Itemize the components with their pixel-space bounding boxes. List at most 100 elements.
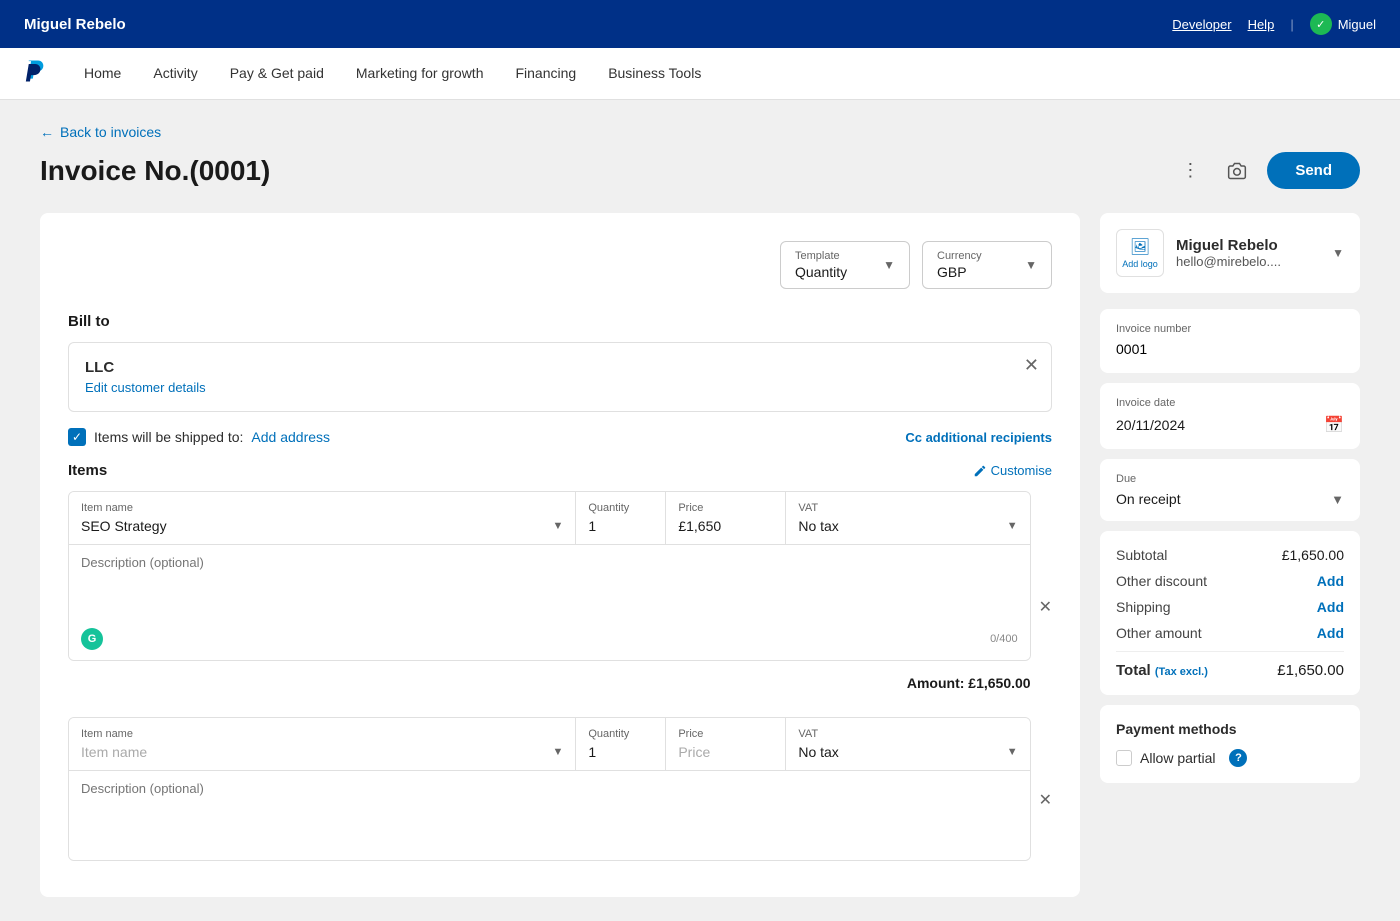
item-1-price-value: £1,650 [678, 518, 773, 534]
top-bar: Miguel Rebelo Developer Help | ✓ Miguel [0, 0, 1400, 48]
currency-select[interactable]: Currency GBP ▼ [922, 241, 1052, 289]
bill-to-box: LLC Edit customer details ✕ [68, 342, 1052, 412]
currency-label: Currency [937, 250, 982, 262]
item-row-1-fields: Item name SEO Strategy ▼ Quantity 1 [68, 491, 1031, 709]
item-2-name-field[interactable]: Item name Item name ▼ [69, 718, 576, 770]
allow-partial-info-icon[interactable]: ? [1229, 749, 1247, 767]
nav-activity[interactable]: Activity [141, 51, 209, 97]
invoice-number-input[interactable] [1116, 341, 1344, 357]
shipping-row-totals: Shipping Add [1116, 599, 1344, 615]
customer-name: LLC [85, 359, 1035, 376]
back-link-label: Back to invoices [60, 124, 161, 140]
shipping-totals-label: Shipping [1116, 599, 1171, 615]
invoice-sidebar: 🖼 Add logo Miguel Rebelo hello@mirebelo.… [1100, 213, 1360, 897]
item-1-vat-field[interactable]: VAT No tax ▼ [786, 492, 1029, 544]
total-row: Total (Tax excl.) £1,650.00 [1116, 651, 1344, 679]
payment-title: Payment methods [1116, 721, 1344, 737]
shipping-checkbox[interactable]: ✓ [68, 428, 86, 446]
page-title: Invoice No.(0001) [40, 155, 270, 187]
item-2-price-field[interactable]: Price Price [666, 718, 786, 770]
item-2-description-input[interactable] [81, 781, 1018, 845]
shipping-left: ✓ Items will be shipped to: Add address [68, 428, 330, 446]
item-1-name-field[interactable]: Item name SEO Strategy ▼ [69, 492, 576, 544]
edit-customer-link[interactable]: Edit customer details [85, 380, 1035, 395]
item-1-price-field[interactable]: Price £1,650 [666, 492, 786, 544]
item-2-name-chevron: ▼ [552, 746, 563, 758]
add-logo-label: Add logo [1122, 259, 1158, 269]
camera-button[interactable] [1219, 153, 1255, 189]
items-header: Items Customise [68, 462, 1052, 479]
nav: Home Activity Pay & Get paid Marketing f… [0, 48, 1400, 100]
checkbox-check-icon: ✓ [72, 430, 82, 444]
item-2-price-label: Price [678, 728, 773, 740]
nav-pay-get-paid[interactable]: Pay & Get paid [218, 51, 336, 97]
due-value: On receipt [1116, 491, 1181, 507]
profile-dropdown-icon[interactable]: ▼ [1332, 246, 1344, 260]
image-icon: 🖼 [1130, 237, 1150, 257]
item-1-qty-field[interactable]: Quantity 1 [576, 492, 666, 544]
more-options-button[interactable]: ⋮ [1173, 152, 1207, 189]
item-1-name-value: SEO Strategy ▼ [81, 518, 563, 534]
invoice-form: Template Quantity ▼ Currency GBP ▼ Bill … [40, 213, 1080, 897]
item-2-qty-field[interactable]: Quantity 1 [576, 718, 666, 770]
user-menu-label: Miguel [1338, 17, 1376, 32]
content-layout: Template Quantity ▼ Currency GBP ▼ Bill … [40, 213, 1360, 897]
payment-box: Payment methods Allow partial ? [1100, 705, 1360, 783]
profile-name: Miguel Rebelo [1176, 237, 1320, 254]
shipping-add-button[interactable]: Add [1317, 599, 1344, 615]
user-menu[interactable]: ✓ Miguel [1310, 13, 1376, 35]
item-row-1: Item name SEO Strategy ▼ Quantity 1 [68, 491, 1052, 709]
back-link[interactable]: ← Back to invoices [40, 124, 1360, 140]
template-select[interactable]: Template Quantity ▼ [780, 241, 910, 289]
invoice-date-row: 20/11/2024 📅 [1116, 415, 1344, 435]
item-1-qty-label: Quantity [588, 502, 653, 514]
remove-customer-button[interactable]: ✕ [1024, 355, 1039, 376]
item-2-vat-field[interactable]: VAT No tax ▼ [786, 718, 1029, 770]
item-2-name-value: Item name ▼ [81, 744, 563, 760]
allow-partial-row: Allow partial ? [1116, 749, 1344, 767]
item-1-description-input[interactable] [81, 555, 1018, 619]
item-1-vat-label: VAT [798, 502, 1017, 514]
customise-button[interactable]: Customise [973, 463, 1052, 478]
item-1-remove-button[interactable]: ✕ [1039, 491, 1052, 709]
sidebar-profile: 🖼 Add logo Miguel Rebelo hello@mirebelo.… [1100, 213, 1360, 293]
item-1-vat-value: No tax ▼ [798, 518, 1017, 534]
item-1-name-label: Item name [81, 502, 563, 514]
item-2-vat-chevron: ▼ [1007, 746, 1018, 758]
item-1-qty-value: 1 [588, 518, 653, 534]
totals-box: Subtotal £1,650.00 Other discount Add Sh… [1100, 531, 1360, 695]
bill-to-title: Bill to [68, 313, 1052, 330]
item-1-top-row: Item name SEO Strategy ▼ Quantity 1 [69, 492, 1030, 544]
developer-link[interactable]: Developer [1172, 17, 1231, 32]
item-1-price-label: Price [678, 502, 773, 514]
item-1-description-footer: G 0/400 [81, 628, 1018, 650]
nav-home[interactable]: Home [72, 51, 133, 97]
cc-recipients-link[interactable]: Cc additional recipients [905, 430, 1052, 445]
due-chevron-icon[interactable]: ▼ [1331, 492, 1344, 507]
other-amount-add-button[interactable]: Add [1317, 625, 1344, 641]
calendar-icon[interactable]: 📅 [1324, 415, 1344, 435]
template-value: Quantity [795, 264, 847, 280]
customise-label: Customise [991, 463, 1052, 478]
item-2-remove-button[interactable]: ✕ [1039, 717, 1052, 869]
add-logo-button[interactable]: 🖼 Add logo [1116, 229, 1164, 277]
nav-business-tools[interactable]: Business Tools [596, 51, 713, 97]
item-2-container: Item name Item name ▼ Quantity 1 [68, 717, 1031, 861]
item-1-vat-chevron: ▼ [1007, 520, 1018, 532]
top-bar-right: Developer Help | ✓ Miguel [1172, 13, 1376, 35]
nav-financing[interactable]: Financing [503, 51, 588, 97]
send-button[interactable]: Send [1267, 152, 1360, 189]
add-address-link[interactable]: Add address [251, 429, 330, 445]
template-chevron-icon: ▼ [883, 258, 895, 272]
allow-partial-checkbox[interactable] [1116, 750, 1132, 766]
item-2-vat-value: No tax ▼ [798, 744, 1017, 760]
invoice-date-label: Invoice date [1116, 397, 1344, 409]
nav-marketing[interactable]: Marketing for growth [344, 51, 496, 97]
items-title: Items [68, 462, 107, 479]
shipping-row: ✓ Items will be shipped to: Add address … [68, 428, 1052, 446]
invoice-number-label: Invoice number [1116, 323, 1344, 335]
item-1-container: Item name SEO Strategy ▼ Quantity 1 [68, 491, 1031, 661]
help-link[interactable]: Help [1248, 17, 1275, 32]
discount-add-button[interactable]: Add [1317, 573, 1344, 589]
allow-partial-label: Allow partial [1140, 750, 1215, 766]
